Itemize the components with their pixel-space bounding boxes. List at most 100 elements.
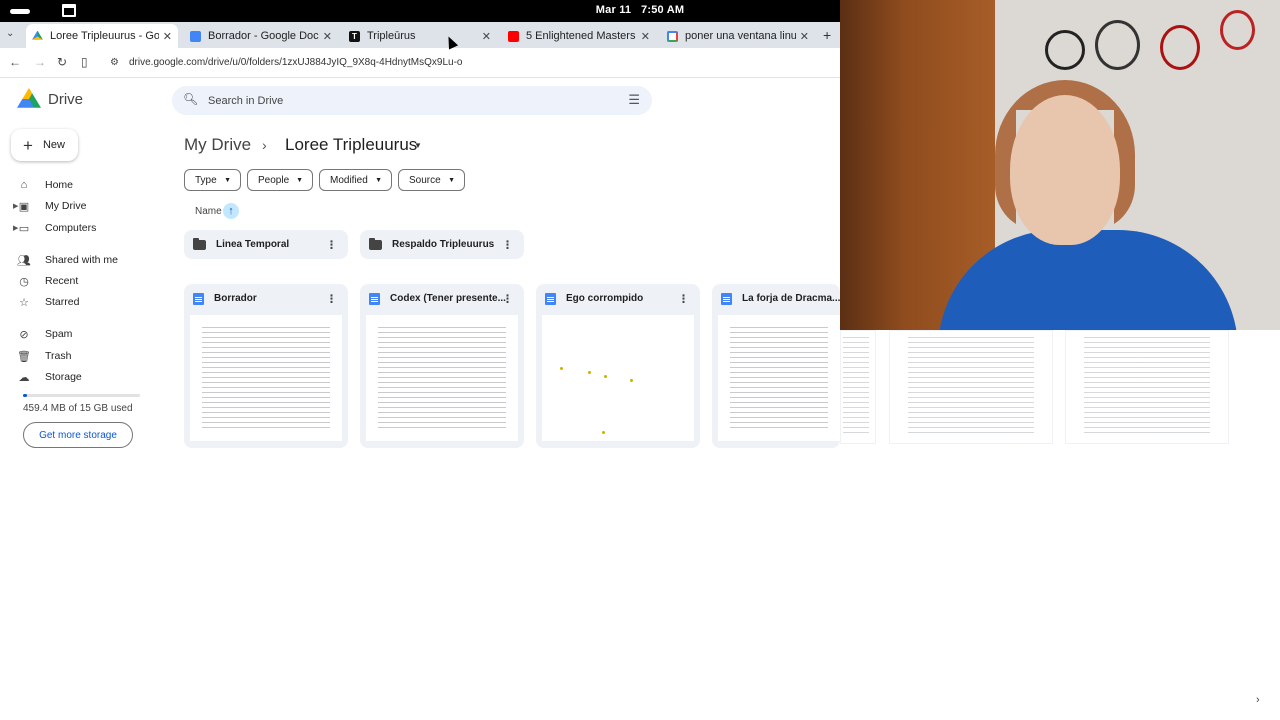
sidebar-item-label: Starred (45, 296, 80, 308)
filter-type[interactable]: Type ▼ (184, 169, 241, 191)
tab-tripleurus[interactable]: T Tripleūrus ✕ (343, 24, 497, 48)
sidebar-item-spam[interactable]: ⊘ Spam (17, 325, 72, 343)
more-actions-icon[interactable]: ⋮ (502, 292, 513, 305)
chevron-right-icon[interactable]: › (1256, 694, 1260, 706)
webcam-person-face (1010, 95, 1120, 245)
reload-icon[interactable]: ↻ (57, 55, 67, 69)
filter-people[interactable]: People ▼ (247, 169, 313, 191)
preview-dot (630, 379, 633, 382)
file-card-header: Ego corrompido ⋮ (536, 284, 700, 313)
webcam-bag-shape (1220, 10, 1255, 50)
folder-icon (369, 237, 382, 250)
close-icon[interactable]: ✕ (641, 30, 650, 43)
search-icon[interactable]: 🔍︎ (183, 92, 198, 106)
sidebar-item-label: Computers (45, 222, 97, 234)
sidebar-item-label: Storage (45, 371, 82, 383)
sidebar-item-storage[interactable]: ☁ Storage (17, 368, 82, 386)
url-field[interactable]: drive.google.com/drive/u/0/folders/1zxUJ… (129, 57, 463, 68)
search-input[interactable] (208, 91, 588, 110)
more-actions-icon[interactable]: ⋮ (502, 238, 513, 251)
file-card[interactable]: Codex (Tener presente... ⋮ (360, 284, 524, 448)
drive-logo[interactable]: Drive (17, 88, 83, 110)
side-panel-icon[interactable]: ▯ (81, 55, 88, 69)
preview-dot (602, 431, 605, 434)
sidebar-item-label: Trash (45, 350, 72, 362)
youtube-icon (508, 30, 519, 42)
site-settings-icon[interactable]: ⚙ (110, 57, 119, 68)
file-thumbnail-partial (889, 330, 1053, 444)
file-card[interactable]: Ego corrompido ⋮ (536, 284, 700, 448)
sidebar-item-computers[interactable]: ▶ ▭ Computers (13, 219, 97, 237)
tab-title: Loree Tripleuurus - Goog (50, 30, 159, 42)
chevron-right-icon: › (262, 137, 267, 153)
breadcrumb-my-drive[interactable]: My Drive (184, 135, 251, 155)
os-date: Mar 11 (595, 4, 632, 16)
my-drive-icon: ▣ (18, 200, 30, 213)
clock-icon: ◷ (19, 275, 29, 288)
preview-dot (588, 371, 591, 374)
file-card[interactable]: La forja de Dracma... (712, 284, 840, 448)
tab-title: 5 Enlightened Masters W (526, 30, 637, 42)
google-doc-icon (369, 292, 380, 305)
tab-drive[interactable]: Loree Tripleuurus - Goog ✕ (26, 24, 178, 48)
sidebar-item-starred[interactable]: ☆ Starred (17, 293, 79, 311)
more-actions-icon[interactable]: ⋮ (326, 238, 337, 251)
google-icon (667, 30, 678, 42)
document-preview-lines (730, 327, 828, 432)
expand-caret-icon[interactable]: ▶ (13, 224, 18, 232)
new-button[interactable]: + New (11, 129, 78, 161)
file-card-header: Codex (Tener presente... ⋮ (360, 284, 524, 313)
sidebar-item-recent[interactable]: ◷ Recent (17, 272, 78, 290)
sort-ascending-arrow-icon[interactable]: ↑ (223, 203, 239, 219)
tab-youtube[interactable]: 5 Enlightened Masters W ✕ (502, 24, 656, 48)
file-thumbnail-partial (1065, 330, 1229, 444)
folder-item[interactable]: Respaldo Tripleuurus ⋮ (360, 230, 524, 259)
sidebar-item-label: Spam (45, 328, 73, 340)
new-tab-icon[interactable]: + (823, 27, 831, 43)
drive-logo-text: Drive (48, 90, 84, 108)
more-actions-icon[interactable]: ⋮ (678, 292, 689, 305)
file-thumbnail-partial (840, 330, 876, 444)
expand-caret-icon[interactable]: ▶ (13, 202, 18, 210)
plus-icon: + (23, 135, 33, 155)
folder-menu-caret-icon[interactable]: ▼ (414, 141, 422, 150)
sidebar-item-trash[interactable]: 🗑︎ Trash (17, 347, 71, 365)
sidebar-item-home[interactable]: ⌂ Home (17, 176, 73, 194)
address-bar: ← → ↻ ▯ ⚙ drive.google.com/drive/u/0/fol… (0, 48, 840, 78)
webcam-bag-shape (1160, 25, 1200, 70)
more-actions-icon[interactable]: ⋮ (326, 292, 337, 305)
filter-source[interactable]: Source ▼ (398, 169, 465, 191)
filter-label: Type (195, 174, 217, 186)
sidebar-item-my-drive[interactable]: ▶ ▣ My Drive (13, 197, 86, 215)
sort-by-name[interactable]: Name (195, 206, 222, 217)
google-doc-icon (545, 292, 556, 305)
breadcrumb-current-folder[interactable]: Loree Tripleuurus (285, 135, 417, 155)
storage-usage-fill (23, 394, 27, 397)
folder-icon (193, 237, 206, 250)
search-options-icon[interactable]: ☰ (628, 92, 640, 108)
tab-search-chevron-icon[interactable]: ⌄ (6, 28, 14, 39)
cloud-icon: ☁ (18, 371, 30, 384)
close-icon[interactable]: ✕ (482, 30, 491, 43)
back-icon[interactable]: ← (9, 55, 21, 69)
close-icon[interactable]: ✕ (323, 30, 332, 43)
star-icon: ☆ (19, 296, 29, 309)
filter-modified[interactable]: Modified ▼ (319, 169, 392, 191)
google-doc-icon (721, 292, 732, 305)
filter-label: Modified (330, 174, 368, 186)
search-bar: 🔍︎ ☰ (172, 86, 652, 115)
get-more-storage-button[interactable]: Get more storage (23, 422, 133, 448)
tab-docs[interactable]: Borrador - Google Docs ✕ (184, 24, 338, 48)
trash-icon: 🗑︎ (17, 350, 31, 363)
file-thumbnail (542, 315, 694, 441)
sidebar-item-shared[interactable]: 👥︎ Shared with me (17, 251, 118, 269)
folder-name: Respaldo Tripleuurus (392, 239, 495, 250)
file-card[interactable]: Borrador ⋮ (184, 284, 348, 448)
new-button-label: New (42, 139, 65, 151)
file-thumbnail (718, 315, 840, 441)
forward-icon[interactable]: → (34, 55, 46, 69)
close-icon[interactable]: ✕ (800, 30, 809, 43)
tab-google-search[interactable]: poner una ventana linux ✕ (661, 24, 815, 48)
folder-item[interactable]: Linea Temporal ⋮ (184, 230, 348, 259)
close-icon[interactable]: ✕ (163, 30, 172, 43)
